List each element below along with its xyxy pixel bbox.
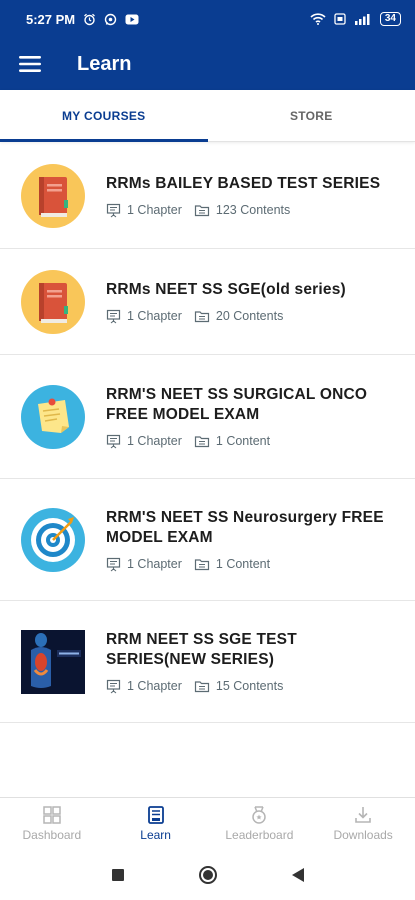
wifi-icon [310,13,326,25]
content-count: 20 Contents [194,309,283,323]
nav-leaderboard[interactable]: Leaderboard [208,798,312,849]
leaderboard-icon [252,806,267,824]
system-nav-bar [0,849,415,900]
nav-dashboard[interactable]: Dashboard [0,798,104,849]
bottom-nav: Dashboard Learn Leaderboard Downloads [0,797,415,849]
page-title: Learn [77,52,132,75]
presentation-icon [106,434,121,448]
chapter-label: 1 Chapter [127,309,182,323]
chapter-count: 1 Chapter [106,557,182,572]
target-icon [21,507,85,572]
alarm-icon [83,13,96,26]
nav-learn-label: Learn [140,828,171,842]
course-meta: 1 Chapter 1 Content [106,557,395,572]
course-info: RRM NEET SS SGE TEST SERIES(NEW SERIES) … [106,630,415,694]
course-item[interactable]: RRMs BAILEY BASED TEST SERIES 1 Chapter … [0,143,415,249]
course-info: RRM'S NEET SS SURGICAL ONCO FREE MODEL E… [106,385,415,449]
presentation-icon [106,557,121,571]
course-item[interactable]: RRMs NEET SS SGE(old series) 1 Chapter 2… [0,249,415,355]
chapter-label: 1 Chapter [127,203,182,217]
app-bar: Learn [0,38,415,90]
course-meta: 1 Chapter 20 Contents [106,309,395,324]
course-title: RRM NEET SS SGE TEST SERIES(NEW SERIES) [106,630,297,668]
content-label: 123 Contents [215,203,291,217]
content-label: 1 Content [215,557,271,571]
app-screen: 5:27 PM 34 Learn MY COURSES STORE RRMs B… [0,0,415,900]
presentation-icon [106,679,121,693]
nav-downloads[interactable]: Downloads [311,798,415,849]
home-button[interactable] [198,865,218,885]
chapter-label: 1 Chapter [127,679,182,693]
content-count: 15 Contents [194,679,283,693]
course-title: RRMs BAILEY BASED TEST SERIES [106,174,381,192]
hamburger-icon [19,56,41,72]
content-label: 15 Contents [215,679,284,693]
chapter-count: 1 Chapter [106,679,182,694]
chapter-count: 1 Chapter [106,434,182,449]
chapter-label: 1 Chapter [127,434,182,448]
tab-my-courses[interactable]: MY COURSES [0,90,208,142]
content-label: 20 Contents [215,309,284,323]
triangle-back-icon [291,867,304,882]
content-count: 1 Content [194,434,270,448]
downloads-icon [355,807,371,823]
nav-dashboard-label: Dashboard [22,828,82,842]
back-button[interactable] [288,865,308,885]
course-meta: 1 Chapter 1 Content [106,434,395,449]
chapter-count: 1 Chapter [106,203,182,218]
chapter-label: 1 Chapter [127,557,182,571]
content-icon [194,559,210,571]
course-list: RRMs BAILEY BASED TEST SERIES 1 Chapter … [0,143,415,723]
course-title: RRMs NEET SS SGE(old series) [106,280,346,298]
presentation-icon [106,203,121,217]
course-title: RRM'S NEET SS SURGICAL ONCO FREE MODEL E… [106,385,368,423]
menu-button[interactable] [0,38,60,90]
content-count: 123 Contents [194,203,290,217]
chapter-count: 1 Chapter [106,309,182,324]
whatsapp-icon [104,13,117,26]
course-info: RRMs BAILEY BASED TEST SERIES 1 Chapter … [106,174,415,218]
nav-learn[interactable]: Learn [104,798,208,849]
content-icon [194,681,210,693]
course-meta: 1 Chapter 123 Contents [106,203,395,218]
book-icon [21,163,85,228]
status-left: 5:27 PM [26,12,139,27]
circle-icon [198,865,217,884]
square-icon [111,868,124,881]
tab-store[interactable]: STORE [208,90,415,141]
sticky-note-icon [21,384,85,449]
content-icon [194,311,210,323]
status-bar: 5:27 PM 34 [0,0,415,38]
course-info: RRMs NEET SS SGE(old series) 1 Chapter 2… [106,280,415,324]
sim-icon [334,13,346,25]
course-item[interactable]: RRM'S NEET SS SURGICAL ONCO FREE MODEL E… [0,355,415,479]
recents-button[interactable] [108,865,128,885]
content-label: 1 Content [215,434,271,448]
course-title: RRM'S NEET SS Neurosurgery FREE MODEL EX… [106,508,384,546]
presentation-icon [106,309,121,323]
anatomy-image [21,629,85,694]
nav-downloads-label: Downloads [333,828,393,842]
tab-bar: MY COURSES STORE [0,90,415,142]
course-info: RRM'S NEET SS Neurosurgery FREE MODEL EX… [106,508,415,572]
content-count: 1 Content [194,557,270,571]
course-item[interactable]: RRM NEET SS SGE TEST SERIES(NEW SERIES) … [0,601,415,723]
nav-leaderboard-label: Leaderboard [225,828,294,842]
book-icon [21,269,85,334]
content-icon [194,436,210,448]
status-time: 5:27 PM [26,11,76,27]
youtube-icon [125,14,139,25]
course-meta: 1 Chapter 15 Contents [106,679,395,694]
dashboard-icon [43,806,61,824]
battery-indicator: 34 [379,12,401,26]
signal-icon [354,13,372,25]
course-item[interactable]: RRM'S NEET SS Neurosurgery FREE MODEL EX… [0,479,415,601]
status-right: 34 [310,12,401,26]
content-icon [194,205,210,217]
learn-icon [147,806,164,824]
